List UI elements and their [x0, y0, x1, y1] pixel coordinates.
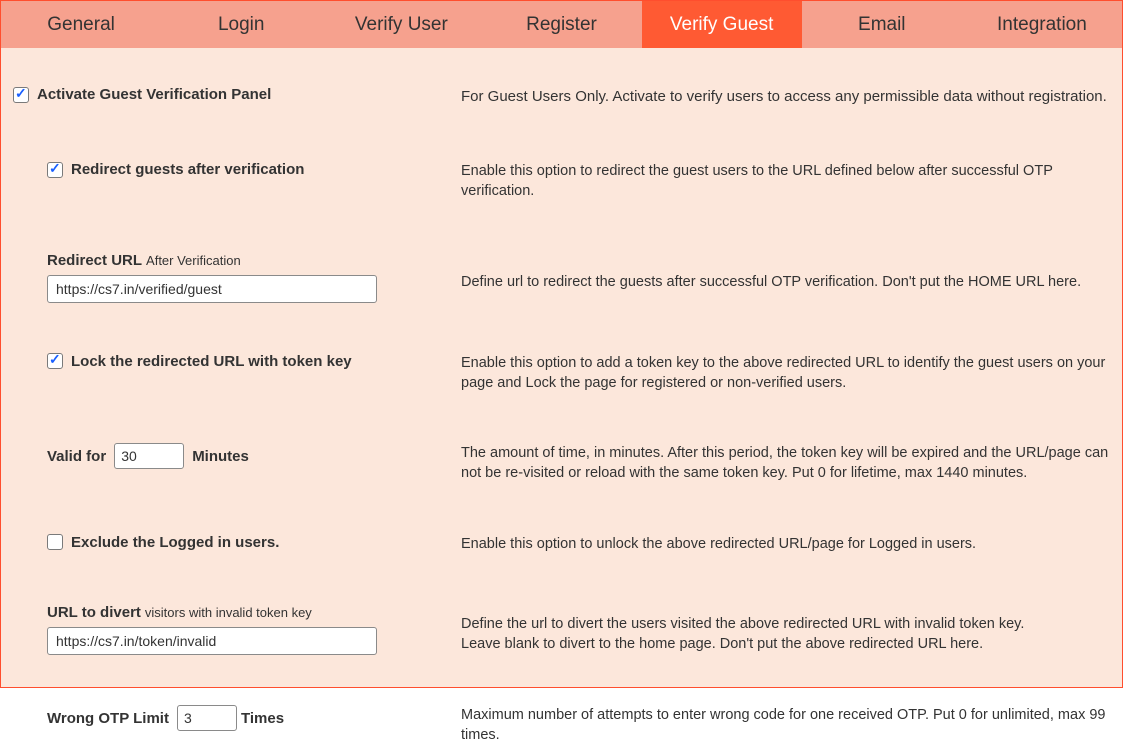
- row-redirect-guests: Redirect guests after verification Enabl…: [47, 161, 1112, 202]
- row-valid-for: Valid for Minutes The amount of time, in…: [47, 443, 1112, 484]
- valid-for-prefix: Valid for: [47, 448, 106, 465]
- wrong-otp-desc: Maximum number of attempts to enter wron…: [461, 705, 1112, 746]
- row-activate: Activate Guest Verification Panel For Gu…: [11, 58, 1112, 107]
- settings-panel: General Login Verify User Register Verif…: [0, 0, 1123, 688]
- wrong-otp-prefix: Wrong OTP Limit: [47, 710, 169, 727]
- tab-login[interactable]: Login: [161, 1, 321, 48]
- redirect-url-desc: Define url to redirect the guests after …: [461, 252, 1112, 292]
- tab-verify-user[interactable]: Verify User: [321, 1, 481, 48]
- activate-label: Activate Guest Verification Panel: [37, 86, 271, 103]
- row-lock-url: Lock the redirected URL with token key E…: [47, 353, 1112, 394]
- divert-url-desc: Define the url to divert the users visit…: [461, 604, 1112, 655]
- exclude-logged-label: Exclude the Logged in users.: [71, 534, 279, 551]
- valid-for-input[interactable]: [114, 443, 184, 469]
- wrong-otp-suffix: Times: [241, 710, 284, 727]
- activate-checkbox[interactable]: [13, 87, 29, 103]
- lock-url-desc: Enable this option to add a token key to…: [461, 353, 1112, 394]
- redirect-guests-checkbox[interactable]: [47, 162, 63, 178]
- divert-url-label: URL to divert: [47, 604, 141, 621]
- redirect-url-label: Redirect URL: [47, 252, 142, 269]
- valid-for-desc: The amount of time, in minutes. After th…: [461, 443, 1112, 484]
- row-exclude-logged: Exclude the Logged in users. Enable this…: [47, 534, 1112, 554]
- tab-register[interactable]: Register: [481, 1, 641, 48]
- valid-for-suffix: Minutes: [192, 448, 249, 465]
- tab-content: Activate Guest Verification Panel For Gu…: [1, 48, 1122, 687]
- row-divert-url: URL to divert visitors with invalid toke…: [47, 604, 1112, 655]
- divert-url-input[interactable]: [47, 627, 377, 655]
- divert-url-desc-l2: Leave blank to divert to the home page. …: [461, 634, 1112, 654]
- tab-verify-guest[interactable]: Verify Guest: [642, 1, 802, 48]
- exclude-logged-checkbox[interactable]: [47, 534, 63, 550]
- exclude-logged-desc: Enable this option to unlock the above r…: [461, 534, 1112, 554]
- redirect-url-input[interactable]: [47, 275, 377, 303]
- row-redirect-url: Redirect URL After Verification Define u…: [47, 252, 1112, 303]
- sub-settings: Redirect guests after verification Enabl…: [11, 107, 1112, 746]
- divert-url-sublabel: visitors with invalid token key: [145, 605, 312, 620]
- lock-url-label: Lock the redirected URL with token key: [71, 353, 352, 370]
- redirect-url-sublabel: After Verification: [146, 253, 241, 268]
- tab-integration[interactable]: Integration: [962, 1, 1122, 48]
- tab-email[interactable]: Email: [802, 1, 962, 48]
- redirect-guests-desc: Enable this option to redirect the guest…: [461, 161, 1112, 202]
- divert-url-desc-l1: Define the url to divert the users visit…: [461, 614, 1112, 634]
- wrong-otp-input[interactable]: [177, 705, 237, 731]
- lock-url-checkbox[interactable]: [47, 353, 63, 369]
- activate-desc: For Guest Users Only. Activate to verify…: [461, 86, 1112, 107]
- tab-bar: General Login Verify User Register Verif…: [1, 1, 1122, 48]
- tab-general[interactable]: General: [1, 1, 161, 48]
- redirect-guests-label: Redirect guests after verification: [71, 161, 304, 178]
- row-wrong-otp: Wrong OTP Limit Times Maximum number of …: [47, 705, 1112, 746]
